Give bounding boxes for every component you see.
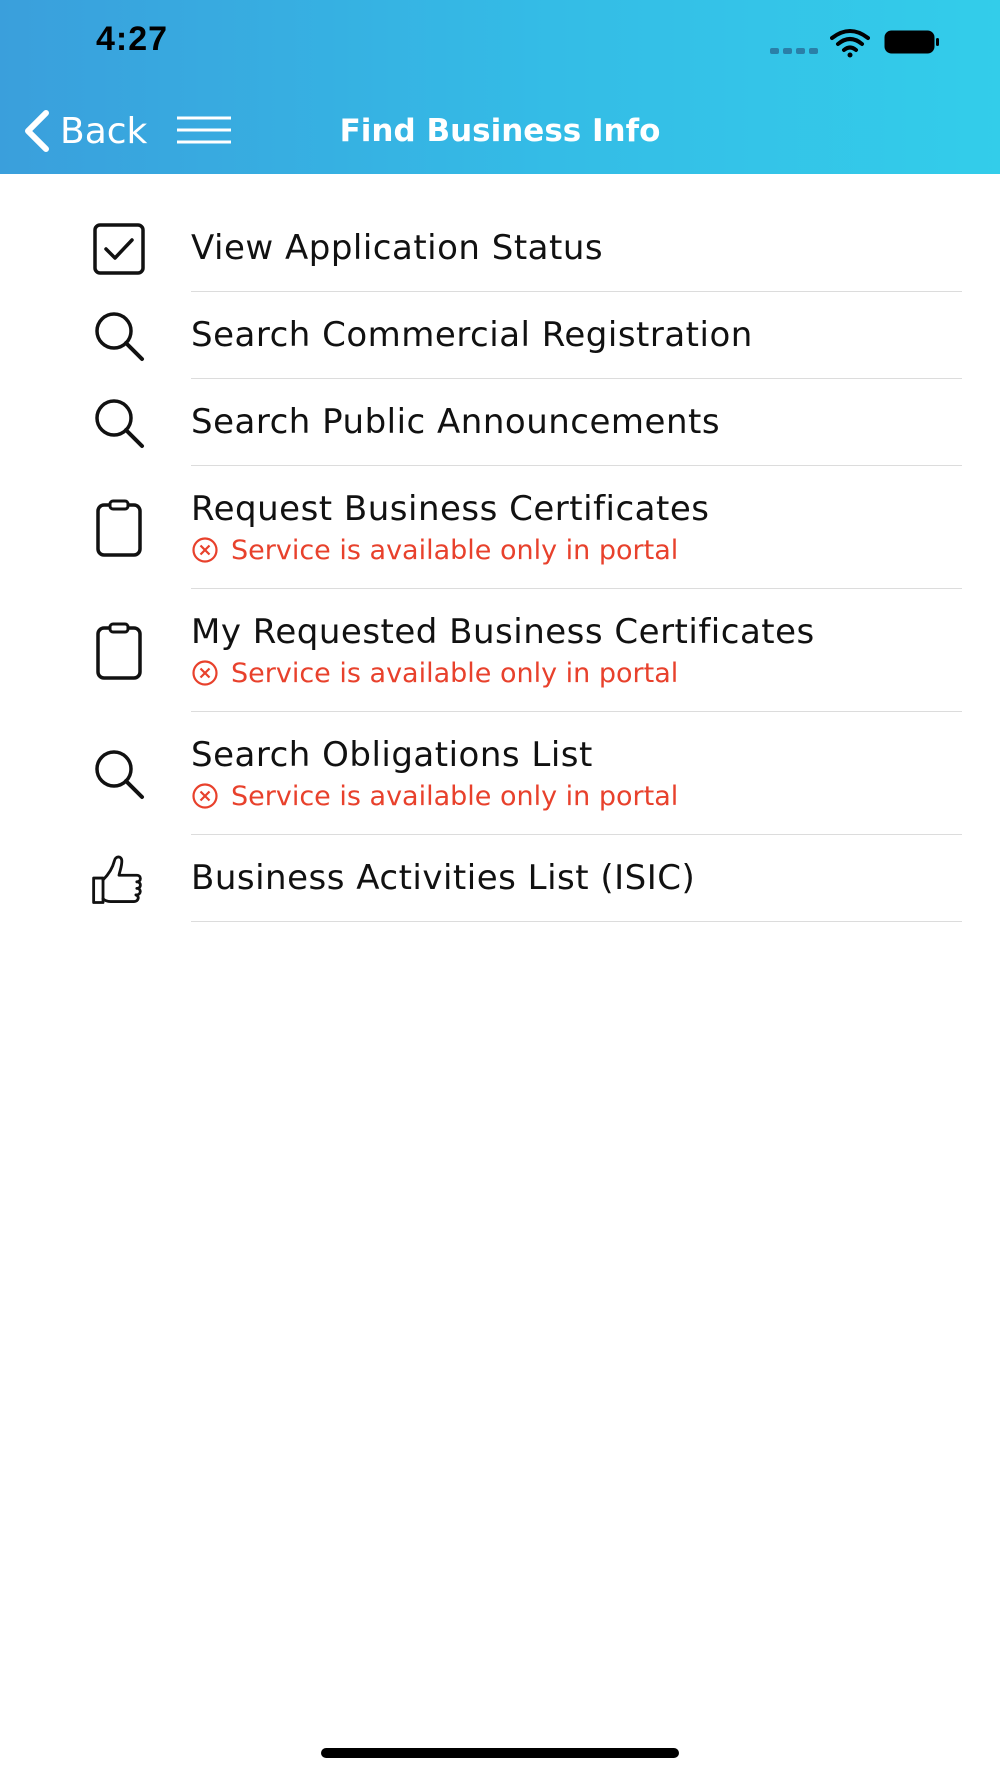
list-item-label: Search Public Announcements bbox=[191, 402, 721, 442]
error-circle-icon bbox=[192, 783, 218, 809]
error-circle-icon bbox=[192, 537, 218, 563]
status-time: 4:27 bbox=[96, 20, 169, 58]
home-indicator[interactable] bbox=[321, 1748, 679, 1758]
menu-list: View Application Status Search Commercia… bbox=[0, 205, 1000, 922]
portal-only-text: Service is available only in portal bbox=[231, 657, 679, 689]
error-circle-icon bbox=[192, 660, 218, 686]
search-icon bbox=[88, 305, 150, 367]
portal-only-notice: Service is available only in portal bbox=[191, 535, 962, 566]
list-item-label: Request Business Certificates bbox=[191, 488, 710, 529]
list-item-label: Business Activities List (ISIC) bbox=[191, 858, 696, 898]
portal-only-text: Service is available only in portal bbox=[231, 534, 679, 566]
list-item-search-obligations-list[interactable]: Search Obligations List Service is avail… bbox=[0, 712, 1000, 835]
list-item-label: Search Commercial Registration bbox=[191, 315, 753, 355]
list-item-view-application-status[interactable]: View Application Status bbox=[0, 205, 1000, 292]
portal-only-text: Service is available only in portal bbox=[231, 780, 679, 812]
search-icon bbox=[88, 392, 150, 454]
nav-header: 4:27 Back Find Business Info bbox=[0, 0, 1000, 174]
page-title: Find Business Info bbox=[339, 113, 661, 149]
list-item-label: View Application Status bbox=[191, 228, 604, 268]
thumbs-up-icon bbox=[88, 848, 150, 910]
list-item-business-activities-list[interactable]: Business Activities List (ISIC) bbox=[0, 835, 1000, 922]
battery-icon bbox=[884, 30, 939, 54]
wifi-icon bbox=[830, 29, 870, 58]
list-item-my-requested-business-certificates[interactable]: My Requested Business Certificates Servi… bbox=[0, 589, 1000, 712]
portal-only-notice: Service is available only in portal bbox=[191, 658, 962, 689]
list-item-search-commercial-registration[interactable]: Search Commercial Registration bbox=[0, 292, 1000, 379]
list-item-label: Search Obligations List bbox=[191, 734, 593, 775]
cellular-signal-icon bbox=[770, 48, 818, 54]
list-item-request-business-certificates[interactable]: Request Business Certificates Service is… bbox=[0, 466, 1000, 589]
clipboard-icon bbox=[88, 497, 150, 559]
portal-only-notice: Service is available only in portal bbox=[191, 781, 962, 812]
list-item-search-public-announcements[interactable]: Search Public Announcements bbox=[0, 379, 1000, 466]
clipboard-icon bbox=[88, 620, 150, 682]
checkbox-icon bbox=[88, 218, 150, 280]
search-icon bbox=[88, 743, 150, 805]
list-item-label: My Requested Business Certificates bbox=[191, 611, 815, 652]
